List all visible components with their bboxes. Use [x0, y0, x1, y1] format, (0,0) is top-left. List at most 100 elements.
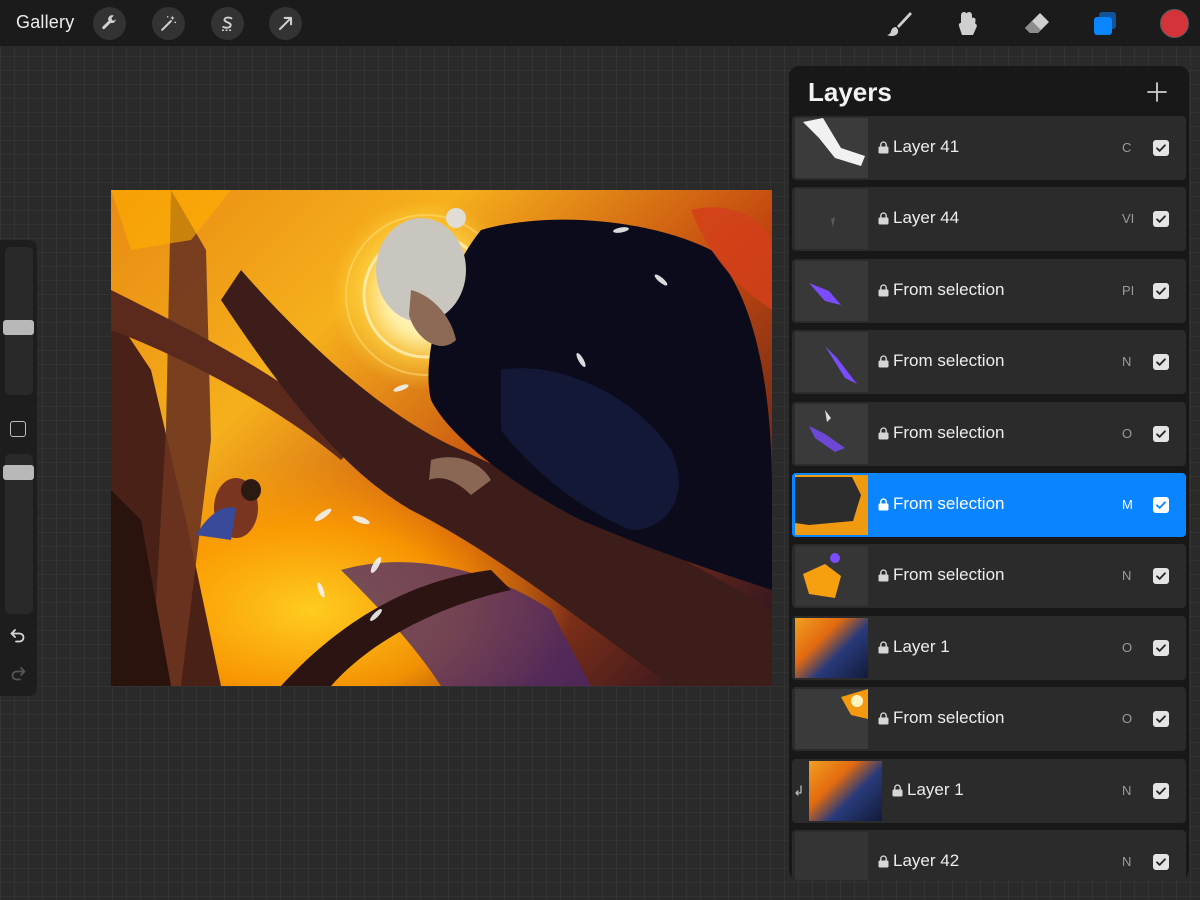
layer-thumbnail[interactable]: [795, 260, 868, 321]
layer-thumbnail[interactable]: [795, 546, 868, 607]
layer-visibility-checkbox[interactable]: [1153, 711, 1169, 728]
checkmark-icon: [1156, 215, 1166, 224]
layer-row[interactable]: Layer 1 O: [792, 615, 1186, 680]
smudge-button[interactable]: [951, 8, 983, 40]
layer-visibility-checkbox[interactable]: [1153, 639, 1169, 656]
lock-icon: [878, 712, 889, 725]
layer-visibility-checkbox[interactable]: [1153, 282, 1169, 299]
color-picker-button[interactable]: [1160, 9, 1189, 38]
checkmark-icon: [1156, 715, 1166, 723]
layer-row[interactable]: Layer 42 N: [792, 830, 1186, 880]
layer-thumbnail[interactable]: [795, 118, 868, 178]
layer-row[interactable]: From selection N: [792, 330, 1186, 395]
layer-thumbnail-art: [809, 282, 841, 305]
checkmark-icon: [1156, 858, 1166, 866]
brush-size-thumb[interactable]: [3, 320, 34, 336]
actions-button[interactable]: [93, 7, 126, 40]
layer-visibility-checkbox[interactable]: [1153, 497, 1169, 513]
layer-row[interactable]: From selection O: [792, 687, 1186, 752]
layer-thumbnail[interactable]: [795, 403, 868, 464]
layer-thumbnail-art: [803, 118, 865, 166]
transform-button[interactable]: [269, 7, 302, 40]
lock-icon: [892, 784, 903, 797]
lock-icon: [878, 212, 889, 225]
layer-visibility-checkbox[interactable]: [1153, 354, 1169, 371]
layer-name: From selection: [893, 708, 1005, 728]
layer-thumbnail[interactable]: [795, 617, 868, 678]
lock-icon: [878, 355, 889, 368]
layer-visibility-checkbox[interactable]: [1153, 568, 1169, 585]
transform-arrow-icon: [278, 16, 293, 31]
selection-s-icon: [221, 16, 233, 32]
layer-thumbnail-art: [795, 475, 868, 535]
plus-icon[interactable]: [1145, 80, 1169, 104]
gallery-button[interactable]: Gallery: [16, 12, 74, 33]
lock-icon: [878, 855, 889, 868]
checkmark-icon: [1156, 786, 1166, 795]
lock-icon: [878, 641, 889, 654]
layer-row[interactable]: Layer 44 VI: [792, 187, 1186, 252]
layer-name: Layer 1: [907, 779, 964, 799]
layer-row[interactable]: From selection PI: [792, 258, 1186, 323]
layers-icon: [1094, 12, 1116, 35]
layer-name: From selection: [893, 279, 1005, 299]
layer-name: Layer 42: [893, 851, 960, 870]
layer-thumbnail-art: [825, 346, 857, 385]
eraser-button[interactable]: [1021, 8, 1053, 40]
layer-visibility-checkbox[interactable]: [1153, 140, 1169, 156]
left-sidebar: [0, 240, 37, 696]
layers-panel-title: Layers: [808, 77, 892, 107]
layer-thumbnail[interactable]: [795, 475, 868, 535]
layers-button[interactable]: [1089, 8, 1121, 40]
selection-button[interactable]: [211, 7, 244, 40]
lock-icon: [878, 141, 889, 154]
layer-thumbnail[interactable]: [795, 689, 868, 750]
layer-visibility-checkbox[interactable]: [1153, 425, 1169, 442]
blend-mode-button[interactable]: M: [1122, 497, 1133, 512]
blend-mode-button[interactable]: N: [1122, 854, 1131, 869]
modify-button[interactable]: [10, 421, 26, 437]
blend-mode-button[interactable]: O: [1122, 711, 1132, 726]
blend-mode-button[interactable]: O: [1122, 426, 1132, 441]
wrench-icon: [102, 15, 116, 30]
artwork-illustration: [111, 190, 772, 686]
blend-mode-button[interactable]: N: [1122, 783, 1131, 798]
layer-row[interactable]: Layer 41 C: [792, 116, 1186, 180]
layer-thumbnail-art: [841, 689, 868, 720]
layer-visibility-checkbox[interactable]: [1153, 211, 1169, 228]
checkmark-icon: [1156, 144, 1166, 152]
blend-mode-button[interactable]: PI: [1122, 283, 1134, 298]
layer-thumbnail[interactable]: [795, 832, 868, 880]
layer-row[interactable]: Layer 1 N: [792, 758, 1186, 823]
blend-mode-button[interactable]: VI: [1122, 211, 1134, 226]
lock-icon: [878, 569, 889, 582]
smudge-icon: [958, 12, 977, 35]
blend-mode-button[interactable]: O: [1122, 640, 1132, 655]
layer-visibility-checkbox[interactable]: [1153, 854, 1169, 870]
layer-row[interactable]: From selection O: [792, 401, 1186, 466]
checkmark-icon: [1156, 287, 1166, 295]
brush-icon: [887, 12, 912, 37]
blend-mode-button[interactable]: C: [1122, 140, 1131, 155]
blend-mode-button[interactable]: N: [1122, 568, 1131, 583]
lock-icon: [878, 284, 889, 297]
layer-row[interactable]: From selection N: [792, 544, 1186, 609]
layer-thumbnail-art: [803, 553, 841, 599]
brush-button[interactable]: [883, 8, 915, 40]
layer-name: From selection: [893, 422, 1005, 442]
layer-name: From selection: [893, 494, 1005, 513]
undo-icon[interactable]: [9, 626, 27, 644]
layer-name: From selection: [893, 565, 1005, 585]
layer-thumbnail[interactable]: [795, 189, 868, 250]
layer-visibility-checkbox[interactable]: [1153, 782, 1169, 799]
brush-opacity-thumb[interactable]: [3, 464, 34, 480]
eraser-icon: [1025, 13, 1049, 33]
blend-mode-button[interactable]: N: [1122, 354, 1131, 369]
redo-icon[interactable]: [9, 664, 27, 682]
layer-name: Layer 1: [893, 636, 950, 656]
layer-thumbnail[interactable]: [795, 332, 868, 393]
adjustments-button[interactable]: [152, 7, 185, 40]
artwork-canvas[interactable]: [111, 190, 772, 686]
layer-row[interactable]: From selection M: [792, 473, 1186, 537]
layer-thumbnail[interactable]: [809, 760, 882, 821]
